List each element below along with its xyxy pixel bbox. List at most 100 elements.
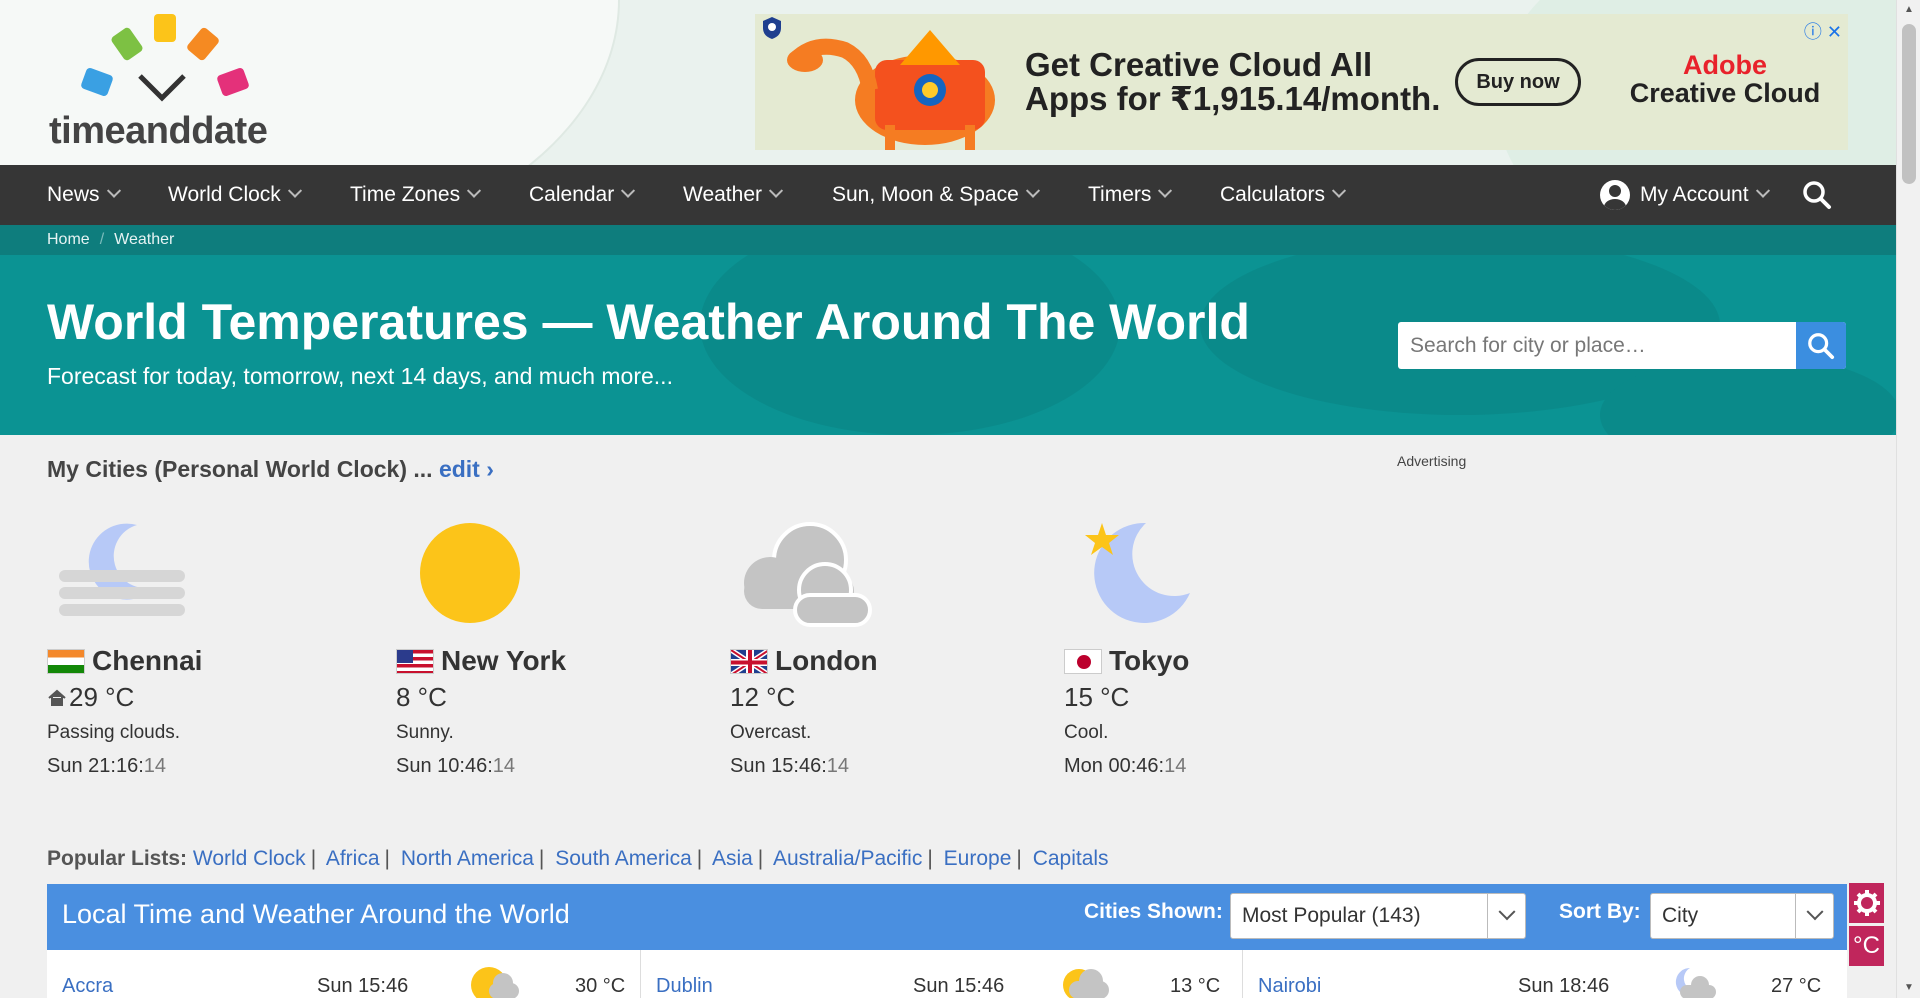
chevron-down-icon [1025,183,1040,198]
world-time-table: Accra Sun 15:46 30 °C Dublin Sun 15:46 1… [47,950,1847,998]
gear-icon [1853,890,1880,916]
popular-link-world-clock[interactable]: World Clock [193,847,306,870]
city-time-hm: Sun 10:46: [396,755,493,777]
breadcrumb-home[interactable]: Home [47,231,90,249]
table-city-temp: 13 °C [1170,975,1221,997]
popular-lists: Popular Lists: World Clock | Africa | Nort… [47,847,1109,871]
city-search-button[interactable] [1796,322,1846,369]
nav-account-label: My Account [1640,183,1749,206]
chevron-down-icon [621,183,636,198]
home-icon [48,689,66,706]
city-time-seconds: 14 [826,755,849,777]
popular-link-capitals[interactable]: Capitals [1033,847,1109,870]
nav-my-account[interactable]: My Account [1600,165,1770,225]
link-separator: | [538,847,545,870]
table-title: Local Time and Weather Around the World [62,899,570,929]
sort-by-select[interactable]: City [1650,893,1834,939]
city-time-hm: Mon 00:46: [1064,755,1165,777]
hero-banner: World Temperatures — Weather Around The … [0,255,1896,435]
breadcrumb-separator: / [99,231,105,248]
popular-link-africa[interactable]: Africa [326,847,380,870]
advertisement-banner[interactable]: Get Creative Cloud All Apps for ₹1,915.1… [755,14,1848,150]
city-card-new-york[interactable]: New York 8 °C Sunny. Sun 10:46:14 [396,515,716,785]
world-time-table-header: Local Time and Weather Around the World … [47,884,1847,950]
settings-button[interactable] [1849,883,1884,923]
unit-toggle-button[interactable]: °C [1849,926,1884,966]
sort-by-value: City [1662,904,1699,927]
search-icon [1803,181,1831,209]
chevron-down-icon [1795,894,1833,938]
popular-link-south-america[interactable]: South America [555,847,692,870]
popular-link-north-america[interactable]: North America [401,847,534,870]
nav-item-news[interactable]: News [47,165,121,225]
ad-close-icon[interactable]: ⓘ ✕ [1804,18,1842,44]
nav-label: Calculators [1220,183,1326,206]
partly-cloudy-icon [1063,969,1109,998]
nav-item-weather[interactable]: Weather [683,165,784,225]
scroll-down-arrow-icon[interactable]: ▼ [1897,978,1920,998]
city-temperature: 15 °C [1064,682,1129,713]
city-local-time: Sun 10:46:14 [396,755,515,778]
city-card-tokyo[interactable]: Tokyo 15 °C Cool. Mon 00:46:14 [1064,515,1384,785]
city-card-chennai[interactable]: Chennai 29 °C Passing clouds. Sun 21:16:… [47,515,367,785]
page-scrollbar[interactable]: ▲ ▼ [1896,0,1920,998]
popular-link-australia-pacific[interactable]: Australia/Pacific [773,847,922,870]
site-logo[interactable]: timeanddate [44,12,294,152]
nav-item-world-clock[interactable]: World Clock [168,165,302,225]
city-time-seconds: 14 [492,755,515,777]
popular-link-asia[interactable]: Asia [712,847,753,870]
city-temperature-value: 15 °C [1064,682,1130,712]
link-separator: | [310,847,317,870]
nav-item-calculators[interactable]: Calculators [1220,165,1347,225]
page-title: World Temperatures — Weather Around The … [47,294,1250,350]
link-separator: | [757,847,764,870]
scrollbar-thumb[interactable] [1902,24,1916,184]
nav-label: News [47,183,100,206]
table-city-link[interactable]: Accra [62,975,113,998]
nav-item-timers[interactable]: Timers [1088,165,1173,225]
scroll-up-arrow-icon[interactable]: ▲ [1897,0,1920,20]
table-city-link[interactable]: Dublin [656,975,713,998]
city-time-hm: Sun 21:16: [47,755,144,777]
table-city-temp: 30 °C [575,975,626,997]
nav-item-time-zones[interactable]: Time Zones [350,165,482,225]
ad-brand-name: Adobe [1683,50,1767,80]
city-condition: Passing clouds. [47,722,181,743]
city-name-text: London [775,645,878,676]
my-cities-heading: My Cities (Personal World Clock) ... edi… [47,456,494,483]
search-icon [1808,332,1835,359]
city-name-text: Chennai [92,645,203,676]
table-city-link[interactable]: Nairobi [1258,975,1321,998]
city-search-input[interactable] [1398,322,1798,369]
city-name: London [730,645,878,677]
city-temperature-value: 8 °C [396,682,447,712]
city-condition: Overcast. [730,722,812,743]
nav-label: Calendar [529,183,615,206]
breadcrumb-current[interactable]: Weather [114,231,174,249]
popular-link-europe[interactable]: Europe [944,847,1012,870]
page-subtitle: Forecast for today, tomorrow, next 14 da… [47,363,673,389]
city-card-london[interactable]: London 12 °C Overcast. Sun 15:46:14 [730,515,1050,785]
ad-buy-now-button[interactable]: Buy now [1455,58,1581,106]
cities-shown-select[interactable]: Most Popular (143) [1230,893,1526,939]
popular-lists-label: Popular Lists: [47,847,188,870]
my-cities-edit-link[interactable]: edit › [439,456,494,482]
logo-tile-green [109,26,145,62]
nav-item-calendar[interactable]: Calendar [529,165,636,225]
city-time-seconds: 14 [143,755,166,777]
link-separator: | [384,847,390,870]
nav-label: Timers [1088,183,1152,206]
city-local-time: Mon 00:46:14 [1064,755,1186,778]
table-cell: Accra Sun 15:46 30 °C [47,950,641,998]
account-icon [1600,180,1630,210]
chevron-down-icon [1487,894,1525,938]
site-header: timeanddate Get Creative Cloud All Apps … [0,0,1896,165]
camel-illustration [787,30,995,150]
sort-by-label: Sort By: [1559,900,1641,923]
nav-search-button[interactable] [1802,165,1832,225]
nav-item-sun-moon-space[interactable]: Sun, Moon & Space [832,165,1040,225]
city-name-text: Tokyo [1109,645,1190,676]
japan-flag-icon [1064,648,1102,674]
city-temperature: 29 °C [47,682,134,713]
logo-tile-orange [185,26,221,62]
